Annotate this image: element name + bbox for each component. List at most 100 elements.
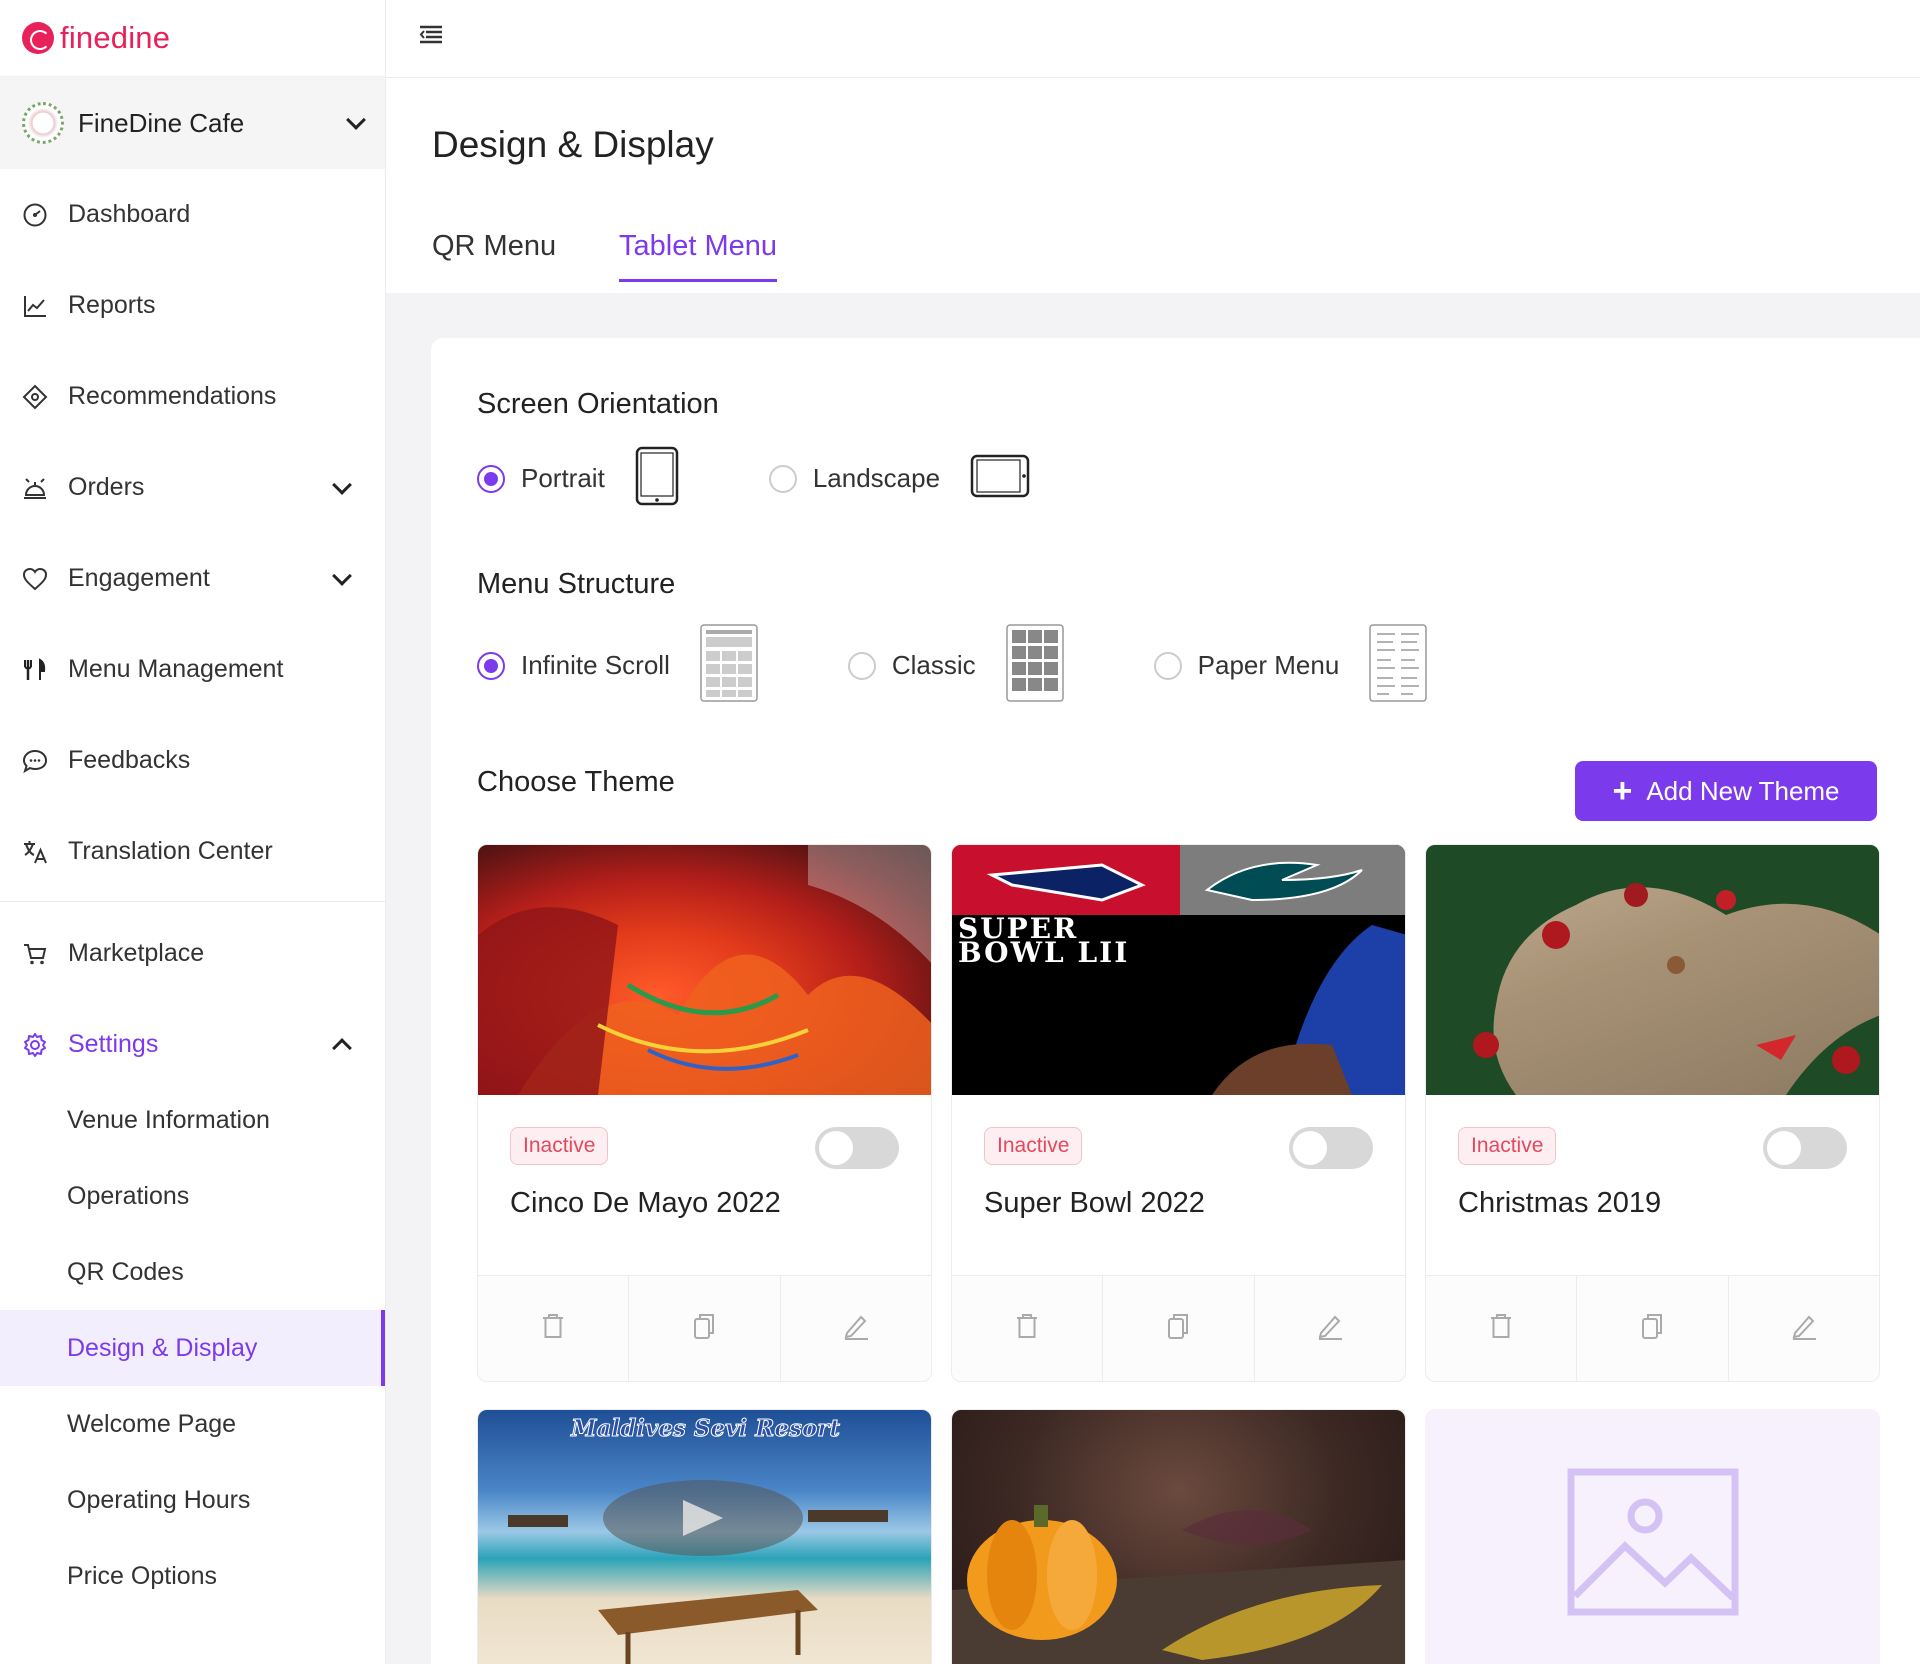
tablet-menu-settings: Screen Orientation Portrait Landscape Me…	[431, 338, 1920, 1664]
theme-active-toggle[interactable]	[1763, 1127, 1847, 1169]
sidebar-subitem-design-display[interactable]: Design & Display	[0, 1310, 385, 1386]
paper-menu-layout-icon	[1369, 624, 1428, 707]
theme-card[interactable]: SUPER BOWL LII Inactive Super Bowl 2022	[951, 844, 1406, 1382]
fork-knife-icon	[20, 655, 50, 685]
classic-layout-icon	[1005, 624, 1064, 707]
delete-theme-button[interactable]	[478, 1276, 630, 1381]
duplicate-theme-button[interactable]	[1577, 1276, 1729, 1381]
sidebar-item-orders[interactable]: Orders	[0, 442, 385, 533]
status-badge: Inactive	[984, 1127, 1083, 1165]
sidebar-item-label: Translation Center	[68, 837, 273, 865]
sidebar-item-menu-management[interactable]: Menu Management	[0, 624, 385, 715]
copy-icon	[691, 1312, 717, 1345]
theme-image-maldives: Maldives Sevi Resort	[478, 1410, 931, 1664]
chevron-down-icon	[332, 474, 352, 495]
infinite-scroll-layout-icon	[700, 624, 758, 707]
radio-portrait[interactable]	[477, 464, 505, 493]
menu-structure-title: Menu Structure	[477, 568, 676, 600]
sidebar-subitem-operating-hours[interactable]: Operating Hours	[0, 1462, 385, 1538]
sidebar-item-recommendations[interactable]: Recommendations	[0, 351, 385, 442]
sidebar-item-feedbacks[interactable]: Feedbacks	[0, 715, 385, 806]
sidebar-subitem-price-options[interactable]: Price Options	[0, 1538, 385, 1614]
line-chart-icon	[20, 291, 50, 321]
trash-icon	[1014, 1312, 1040, 1345]
maldives-image-text: Maldives Sevi Resort	[570, 1415, 840, 1442]
theme-active-toggle[interactable]	[815, 1127, 899, 1169]
image-placeholder-icon	[1567, 1468, 1739, 1621]
radio-paper-menu[interactable]	[1153, 651, 1182, 680]
venue-selector[interactable]: FineDine Cafe	[0, 77, 385, 169]
pencil-icon	[1316, 1312, 1344, 1345]
edit-theme-button[interactable]	[1729, 1276, 1879, 1381]
pencil-icon	[842, 1312, 870, 1345]
sidebar-item-label: Orders	[68, 473, 145, 501]
trash-icon	[540, 1312, 566, 1345]
landscape-label: Landscape	[812, 463, 941, 493]
topbar	[386, 0, 1920, 78]
brand-name: finedine	[60, 20, 171, 55]
sidebar-item-engagement[interactable]: Engagement	[0, 533, 385, 624]
heart-icon	[20, 564, 50, 594]
theme-name: Christmas 2019	[1458, 1187, 1662, 1219]
sidebar-subitem-welcome-page[interactable]: Welcome Page	[0, 1386, 385, 1462]
delete-theme-button[interactable]	[952, 1276, 1104, 1381]
sidebar-item-label: Dashboard	[68, 200, 191, 228]
structure-classic-option[interactable]: Classic	[847, 624, 1154, 707]
theme-actions	[1426, 1275, 1879, 1381]
sidebar-item-reports[interactable]: Reports	[0, 260, 385, 351]
duplicate-theme-button[interactable]	[1103, 1276, 1255, 1381]
structure-paper-menu-option[interactable]: Paper Menu	[1153, 624, 1428, 707]
theme-active-toggle[interactable]	[1289, 1127, 1373, 1169]
radio-infinite-scroll[interactable]	[477, 651, 505, 680]
sidebar-item-dashboard[interactable]: Dashboard	[0, 169, 385, 260]
status-badge: Inactive	[1458, 1127, 1557, 1165]
tab-tablet-menu[interactable]: Tablet Menu	[619, 230, 777, 282]
tab-qr-menu[interactable]: QR Menu	[432, 230, 556, 279]
paper-menu-label: Paper Menu	[1197, 650, 1340, 680]
structure-infinite-scroll-option[interactable]: Infinite Scroll	[477, 624, 848, 707]
screen-orientation-title: Screen Orientation	[477, 388, 719, 420]
edit-theme-button[interactable]	[781, 1276, 931, 1381]
theme-card[interactable]	[951, 1409, 1406, 1664]
orientation-portrait-option[interactable]: Portrait	[477, 446, 769, 511]
landscape-tablet-icon	[970, 454, 1030, 503]
cart-icon	[20, 939, 50, 969]
settings-submenu: Venue Information Operations QR Codes De…	[0, 1082, 385, 1614]
sidebar-item-label: Recommendations	[68, 382, 277, 410]
brand-logo[interactable]: finedine	[0, 0, 385, 77]
sidebar-item-translation-center[interactable]: Translation Center	[0, 806, 385, 897]
sidebar-item-marketplace[interactable]: Marketplace	[0, 908, 385, 999]
menu-toggle-icon[interactable]	[416, 20, 446, 50]
theme-image-super-bowl: SUPER BOWL LII	[952, 845, 1405, 1095]
sidebar-subitem-venue-information[interactable]: Venue Information	[0, 1082, 385, 1158]
sidebar-item-settings[interactable]: Settings	[0, 999, 385, 1090]
radio-classic[interactable]	[847, 651, 876, 680]
add-new-theme-button[interactable]: + Add New Theme	[1575, 761, 1877, 821]
super-bowl-image-text: SUPER BOWL LII	[958, 912, 1130, 969]
infinite-scroll-label: Infinite Scroll	[521, 650, 670, 680]
theme-card[interactable]: Inactive Christmas 2019	[1425, 844, 1880, 1382]
theme-actions	[952, 1275, 1405, 1381]
chevron-down-icon	[346, 110, 366, 130]
delete-theme-button[interactable]	[1426, 1276, 1578, 1381]
theme-card[interactable]: Maldives Sevi Resort	[477, 1409, 932, 1664]
page-header: Design & Display QR Menu Tablet Menu	[386, 78, 1920, 293]
duplicate-theme-button[interactable]	[629, 1276, 781, 1381]
nav-divider	[0, 901, 385, 902]
sidebar-item-label: Menu Management	[68, 655, 284, 683]
venue-name: FineDine Cafe	[78, 107, 245, 138]
main-nav: Dashboard Reports Recommendations Orders	[0, 169, 385, 1090]
theme-card[interactable]: Inactive Cinco De Mayo 2022	[477, 844, 932, 1382]
sidebar-item-label: Reports	[68, 291, 156, 319]
theme-placeholder[interactable]	[1425, 1409, 1880, 1664]
edit-theme-button[interactable]	[1255, 1276, 1405, 1381]
orientation-landscape-option[interactable]: Landscape	[768, 454, 1030, 503]
copy-icon	[1639, 1312, 1665, 1345]
theme-name: Cinco De Mayo 2022	[510, 1187, 781, 1219]
sidebar-subitem-qr-codes[interactable]: QR Codes	[0, 1234, 385, 1310]
portrait-label: Portrait	[521, 463, 605, 493]
radio-landscape[interactable]	[768, 464, 797, 493]
sidebar-subitem-operations[interactable]: Operations	[0, 1158, 385, 1234]
status-badge: Inactive	[510, 1127, 609, 1165]
sidebar-item-label: Feedbacks	[68, 746, 191, 774]
